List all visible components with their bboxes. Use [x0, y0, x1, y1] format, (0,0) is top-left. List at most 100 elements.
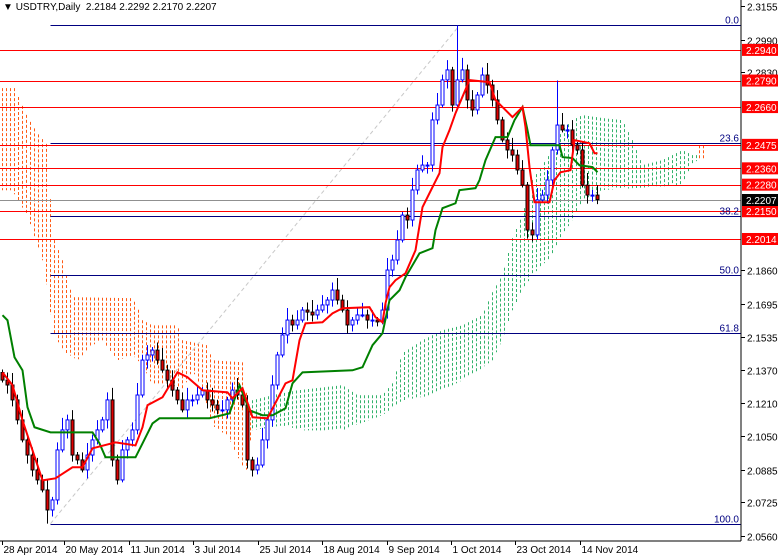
- candle-bearish[interactable]: [290, 314, 295, 332]
- candle-body: [595, 194, 600, 201]
- candle-bullish[interactable]: [320, 295, 325, 313]
- candle-bullish[interactable]: [255, 457, 260, 475]
- candle-bullish[interactable]: [440, 74, 445, 108]
- candle-body: [70, 419, 75, 456]
- candle-bullish[interactable]: [285, 308, 290, 344]
- candle-bearish[interactable]: [450, 66, 455, 112]
- candle-bullish[interactable]: [300, 306, 305, 323]
- candle-bearish[interactable]: [45, 480, 50, 524]
- candle-bullish[interactable]: [50, 496, 55, 517]
- candle-bearish[interactable]: [515, 149, 520, 175]
- candle-bearish[interactable]: [365, 309, 370, 329]
- candle-bearish[interactable]: [310, 300, 315, 322]
- price-tick-label: 2.1695: [747, 301, 778, 312]
- candle-bearish[interactable]: [520, 160, 525, 188]
- candle-bullish[interactable]: [150, 347, 155, 362]
- candle-bullish[interactable]: [65, 414, 70, 439]
- candle-bearish[interactable]: [530, 222, 535, 242]
- candle-body: [120, 449, 125, 481]
- candle-bearish[interactable]: [160, 348, 165, 373]
- candle-body: [345, 309, 350, 326]
- candle-body: [510, 149, 515, 156]
- candle-body: [525, 184, 530, 231]
- candle-bearish[interactable]: [5, 372, 10, 394]
- candle-body: [40, 479, 45, 491]
- candle-bullish[interactable]: [430, 112, 435, 172]
- candle-bullish[interactable]: [355, 307, 360, 325]
- candle-bullish[interactable]: [395, 230, 400, 265]
- candle-bullish[interactable]: [295, 310, 300, 330]
- candle-bullish[interactable]: [360, 302, 365, 318]
- candle-bearish[interactable]: [335, 277, 340, 305]
- candle-bearish[interactable]: [175, 387, 180, 405]
- triangle-down-icon[interactable]: ▼: [3, 2, 13, 13]
- candle-bearish[interactable]: [80, 452, 85, 473]
- candle-bullish[interactable]: [270, 375, 275, 427]
- candle-bearish[interactable]: [250, 456, 255, 477]
- candle-bullish[interactable]: [330, 282, 335, 307]
- candle-bullish[interactable]: [60, 417, 65, 453]
- date-tick-label: 25 Jul 2014: [260, 545, 312, 555]
- candle-bearish[interactable]: [110, 387, 115, 467]
- candle-body: [190, 399, 195, 402]
- candle-body: [410, 189, 415, 221]
- candle-body: [390, 259, 395, 271]
- candle-bullish[interactable]: [220, 400, 225, 413]
- candle-bearish[interactable]: [525, 182, 530, 239]
- candle-bearish[interactable]: [485, 62, 490, 94]
- candle-body: [315, 309, 320, 316]
- candle-bullish[interactable]: [260, 427, 265, 468]
- candle-bullish[interactable]: [120, 440, 125, 483]
- candle-bullish[interactable]: [590, 189, 595, 202]
- candle-bullish[interactable]: [225, 396, 230, 419]
- candle-bullish[interactable]: [435, 92, 440, 125]
- date-tick-label: 3 Jul 2014: [195, 545, 242, 555]
- candle-bullish[interactable]: [420, 155, 425, 173]
- candle-bullish[interactable]: [400, 212, 405, 243]
- candle-bullish[interactable]: [315, 304, 320, 320]
- candle-bearish[interactable]: [115, 454, 120, 485]
- candle-bearish[interactable]: [180, 392, 185, 413]
- candle-bearish[interactable]: [470, 90, 475, 117]
- candle-body: [445, 69, 450, 81]
- candle-bullish[interactable]: [130, 422, 135, 447]
- candle-body: [295, 319, 300, 326]
- candle-bullish[interactable]: [140, 354, 145, 398]
- candle-bearish[interactable]: [560, 113, 565, 133]
- price-chart[interactable]: 0.023.638.250.061.8100.0 2.31552.29902.2…: [0, 0, 778, 555]
- candle-bearish[interactable]: [495, 90, 500, 125]
- candle-bullish[interactable]: [455, 25, 460, 110]
- date-tick-label: 11 Jun 2014: [131, 545, 186, 555]
- candle-bullish[interactable]: [415, 164, 420, 195]
- price-tick-label: 2.0560: [747, 533, 778, 544]
- candle-bullish[interactable]: [425, 162, 430, 174]
- candle-bearish[interactable]: [70, 410, 75, 462]
- candle-bullish[interactable]: [475, 91, 480, 115]
- candle-bullish[interactable]: [390, 254, 395, 277]
- candle-bearish[interactable]: [510, 137, 515, 162]
- candle-bearish[interactable]: [305, 302, 310, 321]
- candle-bullish[interactable]: [135, 382, 140, 435]
- candle-bullish[interactable]: [125, 436, 130, 459]
- candle-bearish[interactable]: [405, 207, 410, 229]
- candle-bullish[interactable]: [280, 327, 285, 358]
- candle-bullish[interactable]: [350, 316, 355, 332]
- ohlc-readout: 2.2184 2.2292 2.2170 2.2207: [85, 2, 217, 13]
- candle-bullish[interactable]: [190, 394, 195, 407]
- candle-bullish[interactable]: [275, 351, 280, 390]
- candle-bullish[interactable]: [445, 60, 450, 89]
- candle-bearish[interactable]: [500, 116, 505, 143]
- candle-bullish[interactable]: [185, 387, 190, 419]
- candle-bullish[interactable]: [100, 416, 105, 433]
- candle-bearish[interactable]: [345, 300, 350, 334]
- candle-bullish[interactable]: [105, 392, 110, 429]
- candle-bearish[interactable]: [75, 451, 80, 465]
- date-tick-label: 28 Apr 2014: [4, 545, 58, 555]
- kijun-sen-line[interactable]: [1, 104, 599, 459]
- candle-bearish[interactable]: [0, 369, 5, 383]
- candle-bullish[interactable]: [55, 442, 60, 505]
- candle-bullish[interactable]: [265, 414, 270, 449]
- candle-bullish[interactable]: [460, 57, 465, 83]
- candle-bullish[interactable]: [555, 80, 560, 155]
- candle-bullish[interactable]: [325, 296, 330, 314]
